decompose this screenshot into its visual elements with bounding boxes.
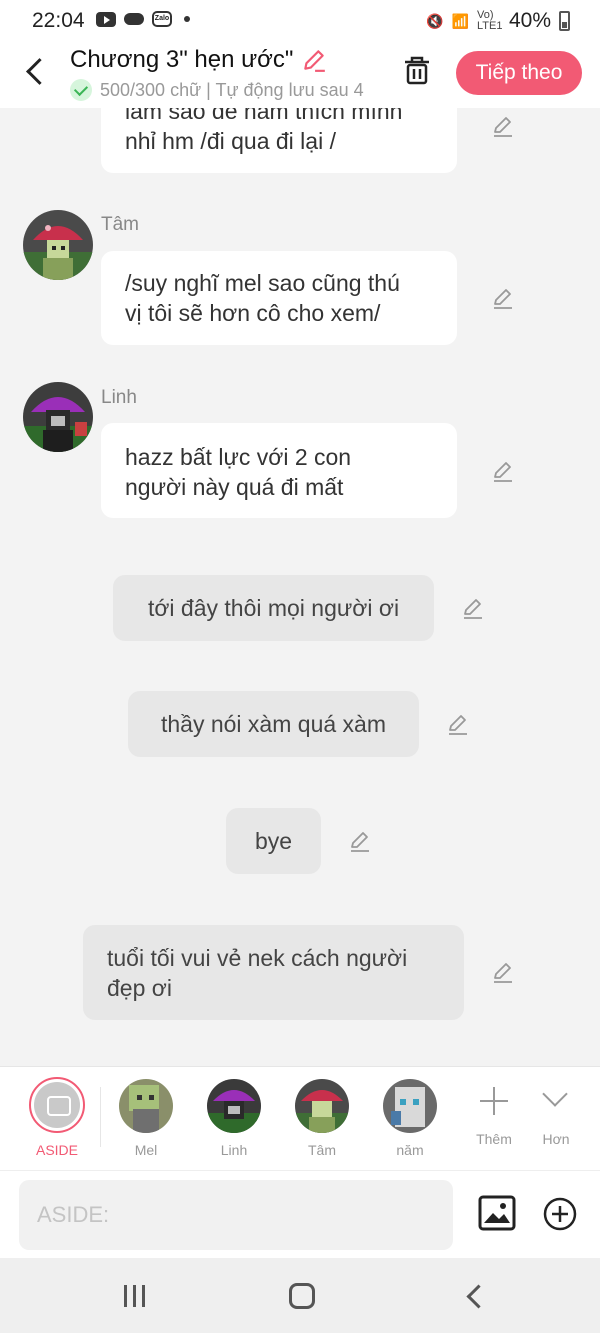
image-icon[interactable] <box>478 1195 516 1231</box>
chat-area[interactable]: làm sao để nam thích mình nhỉ hm /đi qua… <box>0 108 600 1066</box>
character-selector-bar: ASIDE Mel Linh Tâm năm Thêm Hơn <box>0 1066 600 1170</box>
character-label: Mel <box>134 1142 158 1158</box>
editor-header: Chương 3" hẹn ước" 500/300 chữ | Tự động… <box>0 42 600 108</box>
aside-bubble[interactable]: bye <box>226 808 321 874</box>
youtube-icon <box>96 11 116 27</box>
character-avatar-tam[interactable] <box>295 1079 349 1133</box>
battery-icon <box>559 11 570 31</box>
edit-message-icon[interactable] <box>446 712 470 736</box>
avatar[interactable] <box>23 210 93 280</box>
aside-selector-label: ASIDE <box>35 1142 78 1158</box>
collapse-label[interactable]: Hơn <box>521 1131 591 1147</box>
home-icon[interactable] <box>289 1283 315 1309</box>
message-line: vị tôi sẽ hơn cô cho xem/ <box>125 300 381 326</box>
message-line: làm sao để nam thích mình <box>125 108 403 124</box>
system-icons: 🔇 📶 Vo) LTE1 40% <box>426 9 570 33</box>
edit-message-icon[interactable] <box>461 596 485 620</box>
chevron-down-icon[interactable] <box>544 1085 568 1109</box>
character-name: Tâm <box>101 214 139 235</box>
edit-title-icon[interactable] <box>301 47 327 73</box>
edit-message-icon[interactable] <box>491 286 515 310</box>
aside-line: đẹp ơi <box>107 975 172 1001</box>
notification-dot-icon <box>184 16 190 22</box>
message-bubble[interactable]: làm sao để nam thích mình nhỉ hm /đi qua… <box>101 108 457 173</box>
aside-bubble[interactable]: thầy nói xàm quá xàm <box>128 691 419 757</box>
character-avatar-mel[interactable] <box>119 1079 173 1133</box>
edit-message-icon[interactable] <box>491 114 515 138</box>
aside-bubble[interactable]: tới đây thôi mọi người ơi <box>113 575 434 641</box>
message-bubble[interactable]: /suy nghĩ mel sao cũng thú vị tôi sẽ hơn… <box>101 251 457 345</box>
cloud-icon <box>124 13 144 25</box>
character-name: Linh <box>101 387 137 408</box>
avatar[interactable] <box>23 382 93 452</box>
message-line: nhỉ hm /đi qua đi lại / <box>125 128 336 154</box>
back-button[interactable] <box>22 54 48 88</box>
aside-text: bye <box>254 828 293 854</box>
status-bar: 22:04 Zalo 🔇 📶 Vo) LTE1 40% <box>0 0 600 42</box>
recent-apps-icon[interactable] <box>122 1285 148 1307</box>
next-button[interactable]: Tiếp theo <box>456 51 582 95</box>
trash-icon[interactable] <box>402 54 432 86</box>
aside-line: tuổi tối vui vẻ nek cách người <box>107 945 408 971</box>
aside-icon <box>34 1082 80 1128</box>
character-avatar-nam[interactable] <box>383 1079 437 1133</box>
check-icon <box>70 79 92 101</box>
wifi-icon: 📶 <box>451 12 469 29</box>
aside-bubble[interactable]: tuổi tối vui vẻ nek cách người đẹp ơi <box>83 925 464 1020</box>
add-character-icon[interactable] <box>480 1087 508 1115</box>
message-input-bar <box>0 1170 600 1258</box>
edit-message-icon[interactable] <box>491 960 515 984</box>
edit-message-icon[interactable] <box>491 459 515 483</box>
character-avatar-linh[interactable] <box>207 1079 261 1133</box>
add-circle-icon[interactable] <box>543 1197 577 1231</box>
message-line: hazz bất lực với 2 con <box>125 444 352 470</box>
lte-label: Vo) LTE1 <box>476 9 503 32</box>
save-status-row: 500/300 chữ | Tự động lưu sau 4 <box>70 79 380 101</box>
system-nav-bar <box>0 1258 600 1333</box>
word-count-autosave: 500/300 chữ | Tự động lưu sau 4 <box>100 79 364 100</box>
message-line: /suy nghĩ mel sao cũng thú <box>125 270 400 296</box>
message-line: người này quá đi mất <box>125 474 344 500</box>
zalo-icon: Zalo <box>152 11 172 27</box>
aside-selector-button[interactable] <box>29 1077 85 1133</box>
back-nav-icon[interactable] <box>464 1285 484 1307</box>
notification-icons: Zalo <box>96 11 190 27</box>
chapter-title-row[interactable]: Chương 3" hẹn ước" <box>70 46 327 74</box>
character-label: Tâm <box>308 1142 336 1158</box>
mute-icon: 🔇 <box>426 12 444 29</box>
character-label: Linh <box>220 1142 248 1158</box>
character-label: năm <box>396 1142 424 1158</box>
aside-text: thầy nói xàm quá xàm <box>160 711 386 737</box>
aside-text: tới đây thôi mọi người ơi <box>147 595 400 621</box>
message-bubble[interactable]: hazz bất lực với 2 con người này quá đi … <box>101 423 457 518</box>
status-time: 22:04 <box>32 9 85 32</box>
battery-percent: 40% <box>508 9 551 32</box>
message-input[interactable] <box>19 1180 453 1250</box>
edit-message-icon[interactable] <box>348 829 372 853</box>
more-label[interactable]: Thêm <box>459 1131 529 1147</box>
divider <box>100 1087 101 1147</box>
chapter-title[interactable]: Chương 3" hẹn ước" <box>70 46 293 74</box>
